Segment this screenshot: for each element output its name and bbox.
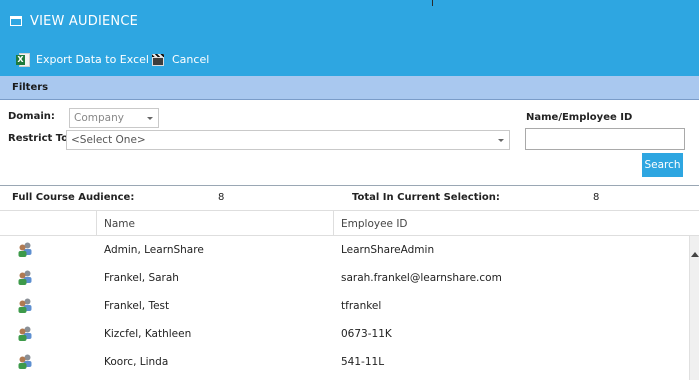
row-name: Frankel, Test xyxy=(104,300,170,312)
row-employee-id: 0673-11K xyxy=(341,328,392,340)
cancel-label: Cancel xyxy=(172,53,210,66)
domain-select-value: Company xyxy=(74,112,124,124)
domain-label: Domain: xyxy=(8,111,55,122)
scrollbar-header xyxy=(689,210,699,236)
clapperboard-icon xyxy=(150,53,166,67)
table-row[interactable]: Koorc, Linda 541-11L xyxy=(0,348,689,376)
row-name: Kizcfel, Kathleen xyxy=(104,328,192,340)
row-employee-id: 541-11L xyxy=(341,356,385,368)
filters-title: Filters xyxy=(12,82,49,93)
chevron-down-icon xyxy=(498,139,504,142)
table-row[interactable]: Kizcfel, Kathleen 0673-11K xyxy=(0,320,689,348)
users-icon xyxy=(18,298,32,313)
table-row[interactable]: Frankel, Test tfrankel xyxy=(0,292,689,320)
column-header-name[interactable]: Name xyxy=(104,218,135,230)
page-title: VIEW AUDIENCE xyxy=(30,14,139,29)
divider xyxy=(432,0,433,6)
row-employee-id: sarah.frankel@learnshare.com xyxy=(341,272,502,284)
row-employee-id: tfrankel xyxy=(341,300,382,312)
scroll-up-arrow-icon[interactable] xyxy=(691,252,699,257)
full-audience-count: 8 xyxy=(218,192,225,203)
column-divider xyxy=(333,210,334,236)
table-row[interactable]: Admin, LearnShare LearnShareAdmin xyxy=(0,236,689,264)
row-name: Frankel, Sarah xyxy=(104,272,179,284)
column-divider xyxy=(96,210,97,236)
current-selection-label: Total In Current Selection: xyxy=(352,192,500,203)
users-icon xyxy=(18,270,32,285)
vertical-scrollbar[interactable] xyxy=(689,236,699,380)
export-excel-button[interactable]: X Export Data to Excel xyxy=(16,52,149,68)
name-id-label: Name/Employee ID xyxy=(526,112,633,123)
chevron-down-icon xyxy=(147,117,153,120)
restrict-select[interactable]: <Select One> xyxy=(66,130,510,150)
domain-select[interactable]: Company xyxy=(69,108,159,128)
search-button[interactable]: Search xyxy=(642,153,683,177)
excel-icon: X xyxy=(16,53,30,67)
export-excel-label: Export Data to Excel xyxy=(36,53,149,66)
users-icon xyxy=(18,326,32,341)
row-name: Koorc, Linda xyxy=(104,356,169,368)
cancel-button[interactable]: Cancel xyxy=(150,52,209,68)
window-icon xyxy=(10,16,22,26)
restrict-label: Restrict To: xyxy=(8,133,73,144)
full-audience-label: Full Course Audience: xyxy=(12,192,135,203)
current-selection-count: 8 xyxy=(593,192,600,203)
users-icon xyxy=(18,242,32,257)
row-name: Admin, LearnShare xyxy=(104,244,204,256)
users-icon xyxy=(18,354,32,369)
table-row[interactable]: Frankel, Sarah sarah.frankel@learnshare.… xyxy=(0,264,689,292)
row-employee-id: LearnShareAdmin xyxy=(341,244,435,256)
restrict-select-value: <Select One> xyxy=(71,134,146,146)
column-header-employee-id[interactable]: Employee ID xyxy=(341,218,408,230)
filters-header xyxy=(0,76,699,100)
name-id-input[interactable] xyxy=(525,128,685,150)
